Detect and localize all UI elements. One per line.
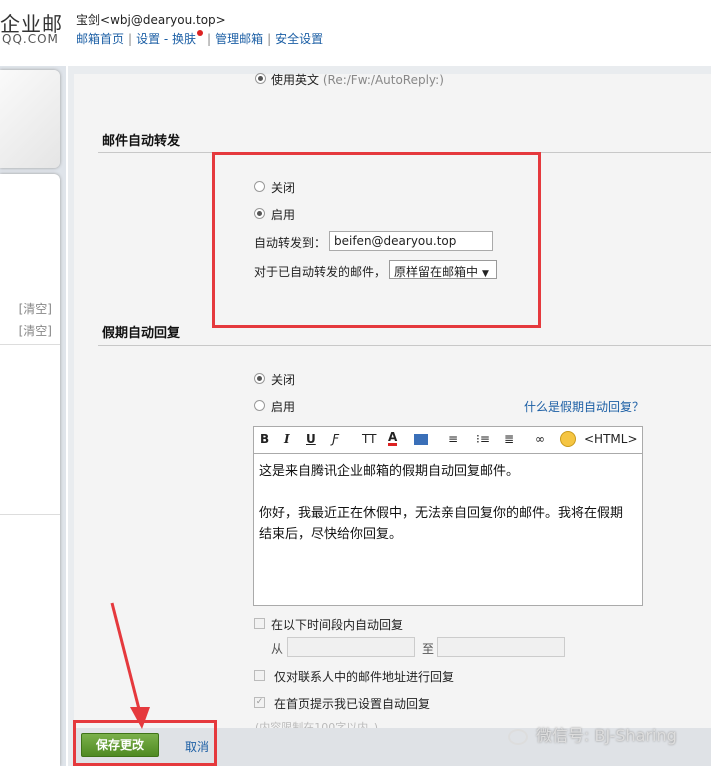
user-email: <wbj@dearyou.top> — [100, 13, 226, 27]
contacts-only-checkbox[interactable] — [254, 670, 265, 681]
home-notice-checkbox[interactable]: ✓ — [254, 697, 265, 708]
user-name: 宝剑 — [76, 13, 101, 27]
period-label: 在以下时间段内自动回复 — [271, 618, 404, 632]
wechat-icon — [508, 728, 528, 745]
underline-button[interactable]: U — [306, 432, 316, 446]
vacation-section-title: 假期自动回复 — [102, 326, 181, 341]
emoji-icon[interactable] — [560, 431, 576, 447]
reply-editor[interactable]: B I U Ƒ TT A ≡ ⁝≡ ≣ ∞ <HTML> 这是来自腾讯企业邮箱的… — [253, 426, 643, 606]
contacts-only-label: 仅对联系人中的邮件地址进行回复 — [274, 670, 455, 684]
nav-settings-skin[interactable]: 设置 - 换肤 — [136, 32, 196, 46]
numbered-list-icon[interactable]: ≣ — [504, 432, 514, 446]
vacation-off-label: 关闭 — [271, 373, 296, 387]
highlight-box-forward — [212, 152, 541, 328]
italic-button[interactable]: I — [284, 432, 290, 446]
nav-security-settings[interactable]: 安全设置 — [275, 32, 323, 46]
bold-button[interactable]: B — [260, 432, 269, 446]
watermark: 微信号: BJ-Sharing — [508, 722, 677, 746]
to-label: 至 — [422, 642, 435, 656]
forward-section-title: 邮件自动转发 — [102, 134, 181, 149]
header-nav: 邮箱首页 | 设置 - 换肤 | 管理邮箱 | 安全设置 — [76, 30, 324, 46]
user-identity: 宝剑<wbj@dearyou.top> — [76, 11, 226, 28]
annotation-arrow — [110, 602, 150, 729]
period-to-input[interactable] — [437, 637, 565, 657]
vacation-on-radio[interactable] — [254, 400, 265, 411]
clear-trash-link[interactable]: [清空] — [19, 322, 52, 339]
top-header: 企业邮 QQ.COM 宝剑<wbj@dearyou.top> 邮箱首页 | 设置 -… — [0, 0, 711, 66]
english-reply-radio[interactable] — [255, 73, 266, 84]
english-reply-label: 使用英文 (Re:/Fw:/AutoReply:) — [271, 73, 444, 87]
reply-line-2: 你好，我最近正在休假中，无法亲自回复你的邮件。我将在假期结束后，尽快给你回复。 — [259, 506, 624, 542]
font-color-button[interactable]: A — [388, 431, 398, 446]
period-from-input[interactable] — [287, 637, 415, 657]
bullet-list-icon[interactable]: ⁝≡ — [476, 432, 490, 446]
compose-panel[interactable] — [0, 70, 60, 168]
vacation-off-radio[interactable] — [254, 373, 265, 384]
reply-line-1: 这是来自腾讯企业邮箱的假期自动回复邮件。 — [259, 464, 520, 479]
editor-toolbar: B I U Ƒ TT A ≡ ⁝≡ ≣ ∞ <HTML> — [254, 427, 642, 454]
period-checkbox[interactable] — [254, 618, 265, 629]
vacation-on-label: 启用 — [271, 400, 296, 414]
nav-mail-home[interactable]: 邮箱首页 — [76, 32, 124, 46]
link-icon[interactable]: ∞ — [535, 432, 545, 446]
align-icon[interactable]: ≡ — [448, 432, 458, 446]
clear-junk-link[interactable]: [清空] — [19, 300, 52, 317]
from-label: 从 — [271, 642, 284, 656]
font-family-button[interactable]: Ƒ — [332, 432, 339, 446]
vacation-help-link[interactable]: 什么是假期自动回复？ — [524, 398, 644, 415]
logo-domain: QQ.COM — [2, 32, 59, 46]
editor-body[interactable]: 这是来自腾讯企业邮箱的假期自动回复邮件。 你好，我最近正在休假中，无法亲自回复你… — [259, 461, 634, 545]
folder-panel: [清空] [清空] — [0, 174, 60, 766]
nav-manage-mailbox[interactable]: 管理邮箱 — [215, 32, 263, 46]
html-mode-button[interactable]: <HTML> — [584, 432, 638, 446]
home-notice-label: 在首页提示我已设置自动回复 — [274, 697, 431, 711]
font-size-button[interactable]: TT — [362, 432, 376, 446]
divider — [98, 345, 711, 346]
background-color-icon[interactable] — [414, 434, 428, 445]
notification-dot — [197, 30, 204, 36]
